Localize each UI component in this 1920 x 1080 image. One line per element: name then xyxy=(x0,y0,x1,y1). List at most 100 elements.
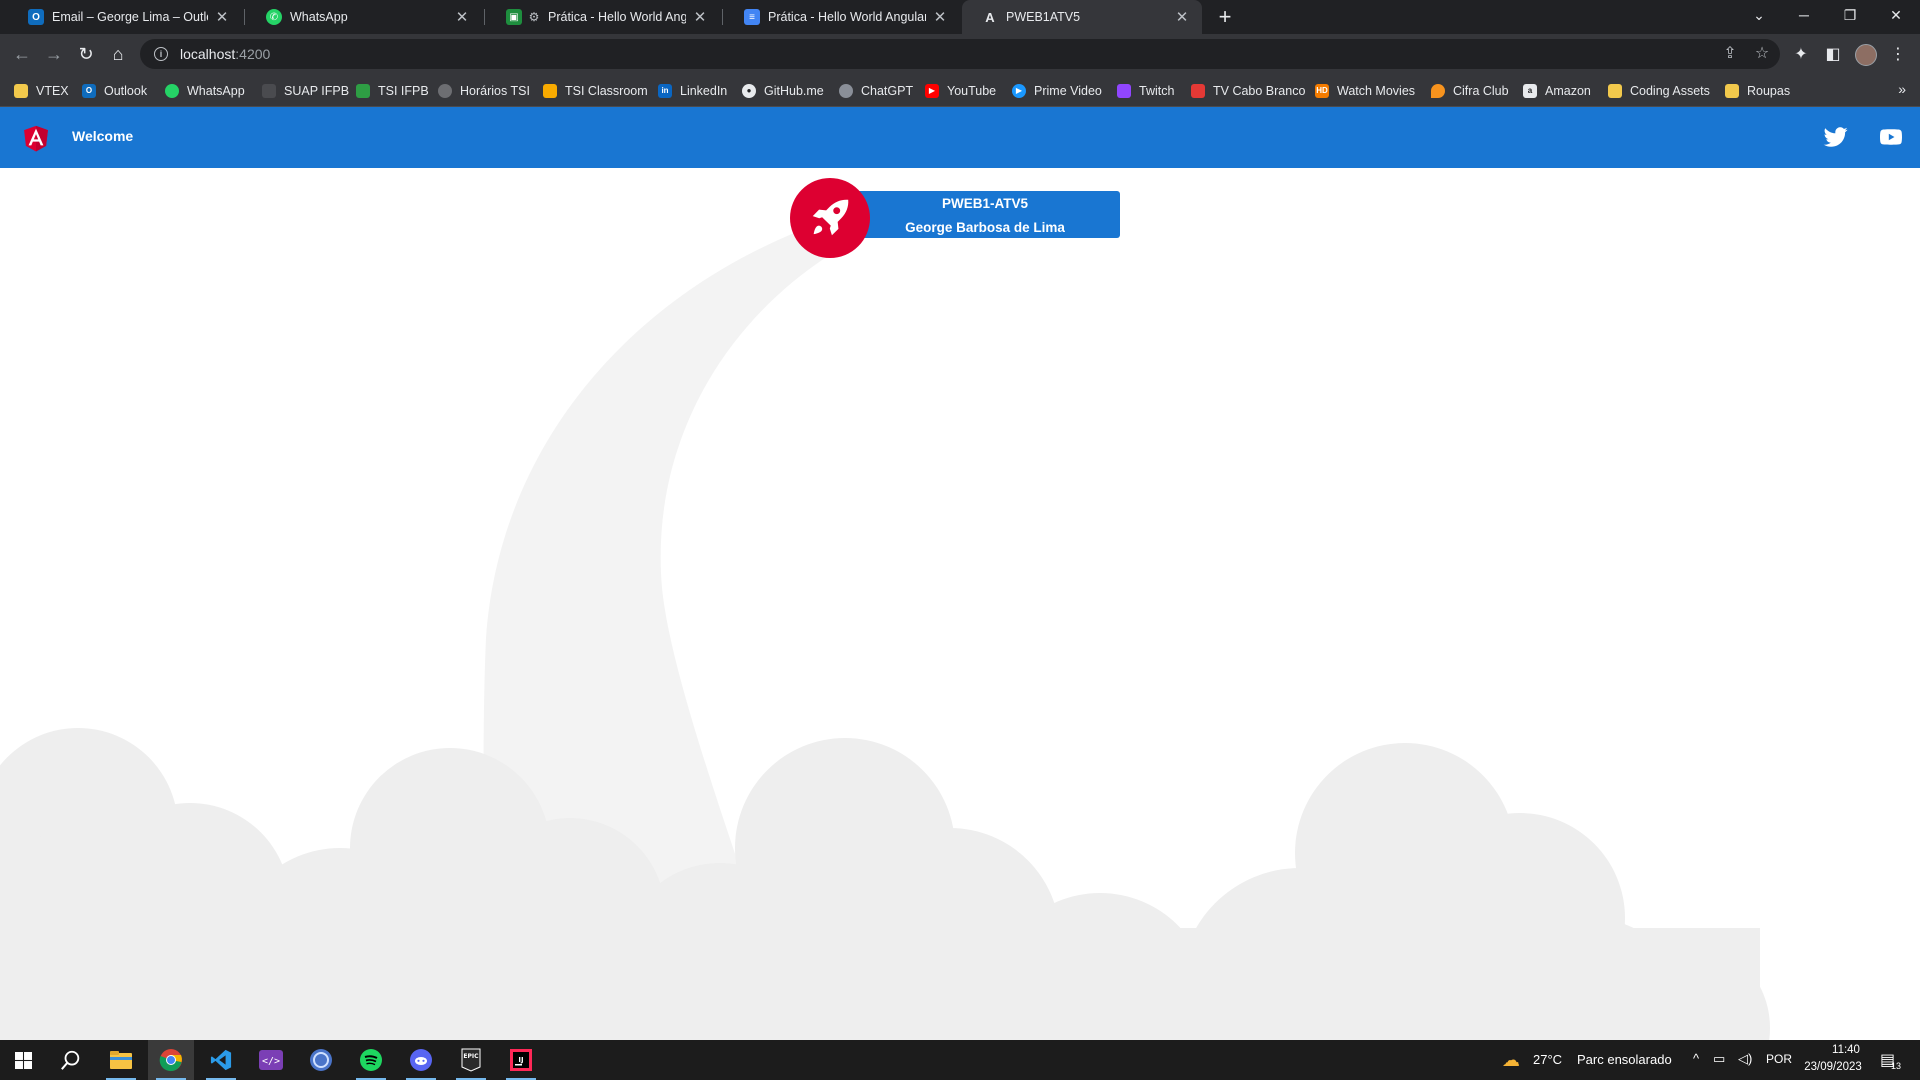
bookmark-suap-ifpb[interactable]: SUAP IFPB xyxy=(262,75,349,106)
folder-icon xyxy=(1725,83,1739,98)
bookmark-cifra-club[interactable]: Cifra Club xyxy=(1431,75,1509,106)
bookmark-coding-assets[interactable]: Coding Assets xyxy=(1608,75,1710,106)
youtube-icon: ▶ xyxy=(925,83,939,98)
app-icon xyxy=(310,1049,332,1071)
youtube-icon[interactable] xyxy=(1879,126,1903,148)
chrome-icon xyxy=(159,1049,182,1072)
weather-icon[interactable]: ☁ xyxy=(1502,1050,1520,1071)
bookmark-watch-movies[interactable]: HD Watch Movies xyxy=(1315,75,1415,106)
search-icon xyxy=(61,1050,80,1070)
bookmark-youtube[interactable]: ▶ YouTube xyxy=(925,75,996,106)
extensions-icon[interactable]: ✦ xyxy=(1789,42,1813,66)
ifpb-icon xyxy=(356,83,370,98)
menu-icon[interactable]: ⋮ xyxy=(1886,42,1910,66)
profile-avatar[interactable] xyxy=(1855,44,1877,66)
tab-whatsapp[interactable]: ✆ WhatsApp ✕ xyxy=(246,0,482,34)
linkedin-icon: in xyxy=(658,83,672,98)
angular-logo-icon xyxy=(24,125,48,152)
classroom-icon: ▣ xyxy=(506,9,522,25)
chatgpt-icon xyxy=(839,83,853,98)
weather-temp[interactable]: 27°C xyxy=(1533,1052,1562,1067)
twitch-icon xyxy=(1117,83,1131,98)
tab-pweb1atv5[interactable]: A PWEB1ATV5 ✕ xyxy=(962,0,1202,34)
angular-icon: A xyxy=(985,9,995,25)
forward-button[interactable]: → xyxy=(40,40,68,68)
toolbar-title: Welcome xyxy=(72,128,134,144)
windows-taskbar: </> EPIC IJ ☁ 27°C Parc ensolarado ^ ▭ ◁… xyxy=(0,1040,1920,1080)
intellij-icon: IJ xyxy=(510,1049,532,1071)
taskbar-devtools[interactable]: </> xyxy=(248,1040,294,1080)
minimize-button[interactable]: ─ xyxy=(1782,0,1826,30)
back-button[interactable]: ← xyxy=(8,40,36,68)
taskbar-epic-games[interactable]: EPIC xyxy=(448,1040,494,1080)
github-icon: ● xyxy=(742,83,756,98)
taskbar-vscode[interactable] xyxy=(198,1040,244,1080)
taskbar-discord[interactable] xyxy=(398,1040,444,1080)
rocket-icon xyxy=(812,199,849,236)
clock-time[interactable]: 11:40 xyxy=(1820,1044,1872,1056)
start-button[interactable] xyxy=(0,1040,46,1080)
rocket-trail-background xyxy=(0,223,1770,1040)
more-bookmarks-icon[interactable]: » xyxy=(1898,81,1906,97)
side-panel-icon[interactable]: ◧ xyxy=(1821,42,1845,66)
site-info-icon[interactable]: i xyxy=(154,47,168,61)
tab-search-button[interactable]: ⌄ xyxy=(1737,0,1781,30)
bookmark-amazon[interactable]: a Amazon xyxy=(1523,75,1591,106)
bookmarks-bar: VTEX O Outlook WhatsApp SUAP IFPB TSI IFP… xyxy=(0,75,1920,107)
bookmark-github[interactable]: ● GitHub.me xyxy=(742,75,824,106)
svg-text:</>: </> xyxy=(262,1056,280,1067)
taskbar-app[interactable] xyxy=(298,1040,344,1080)
bookmark-tsi-classroom[interactable]: TSI Classroom xyxy=(543,75,648,106)
search-button[interactable] xyxy=(48,1040,94,1080)
bookmark-chatgpt[interactable]: ChatGPT xyxy=(839,75,913,106)
close-icon[interactable]: ✕ xyxy=(932,8,948,26)
bookmark-roupas[interactable]: Roupas xyxy=(1725,75,1790,106)
bookmark-star-icon[interactable]: ☆ xyxy=(1750,41,1774,65)
bookmark-linkedin[interactable]: in LinkedIn xyxy=(658,75,727,106)
bookmark-vtex[interactable]: VTEX xyxy=(14,75,69,106)
weather-text[interactable]: Parc ensolarado xyxy=(1577,1052,1672,1067)
bookmark-horarios-tsi[interactable]: Horários TSI xyxy=(438,75,530,106)
globe-icon xyxy=(438,83,452,98)
amazon-icon: a xyxy=(1523,83,1537,98)
docs-icon: ≡ xyxy=(744,9,760,25)
taskbar-file-explorer[interactable] xyxy=(98,1040,144,1080)
bookmark-prime-video[interactable]: ▶ Prime Video xyxy=(1012,75,1102,106)
bookmark-whatsapp[interactable]: WhatsApp xyxy=(165,75,245,106)
language-indicator[interactable]: POR xyxy=(1766,1052,1792,1066)
twitter-icon[interactable] xyxy=(1823,125,1849,149)
restore-button[interactable]: ❐ xyxy=(1828,0,1872,30)
close-icon[interactable]: ✕ xyxy=(1174,8,1190,26)
bookmark-tv-cabo-branco[interactable]: TV Cabo Branco xyxy=(1191,75,1305,106)
clock-date[interactable]: 23/09/2023 xyxy=(1800,1061,1866,1073)
spotify-icon xyxy=(360,1049,382,1071)
bookmark-twitch[interactable]: Twitch xyxy=(1117,75,1174,106)
address-bar[interactable]: i localhost:4200 xyxy=(140,39,1780,69)
bookmark-outlook[interactable]: O Outlook xyxy=(82,75,147,106)
close-icon[interactable]: ✕ xyxy=(692,8,708,26)
vscode-icon xyxy=(210,1049,232,1071)
taskbar-intellij[interactable]: IJ xyxy=(498,1040,544,1080)
folder-icon xyxy=(14,83,28,98)
share-icon[interactable]: ⇪ xyxy=(1718,41,1742,65)
reload-button[interactable]: ↻ xyxy=(72,40,100,68)
card-title: PWEB1-ATV5 xyxy=(941,196,1028,211)
card-author: George Barbosa de Lima xyxy=(905,220,1065,235)
bookmark-tsi-ifpb[interactable]: TSI IFPB xyxy=(356,75,429,106)
devtools-icon: </> xyxy=(259,1050,283,1070)
home-button[interactable]: ⌂ xyxy=(104,40,132,68)
network-icon[interactable]: ▭ xyxy=(1713,1051,1725,1067)
close-icon[interactable]: ✕ xyxy=(214,8,230,26)
close-window-button[interactable]: ✕ xyxy=(1874,0,1918,30)
rocket-badge xyxy=(790,178,870,258)
tab-outlook[interactable]: O Email – George Lima – Outlook ✕ xyxy=(8,0,242,34)
chevron-up-icon[interactable]: ^ xyxy=(1693,1051,1699,1066)
taskbar-chrome[interactable] xyxy=(148,1040,194,1080)
volume-icon[interactable]: ◁) xyxy=(1738,1051,1752,1067)
new-tab-button[interactable]: + xyxy=(1213,0,1237,34)
tab-classroom[interactable]: ▣ ⚙ Prática - Hello World Angular ✕ xyxy=(486,0,720,34)
taskbar-spotify[interactable] xyxy=(348,1040,394,1080)
tab-docs[interactable]: ≡ Prática - Hello World Angular - D ✕ xyxy=(724,0,960,34)
browser-toolbar: ← → ↻ ⌂ i localhost:4200 ⇪ ☆ ✦ ◧ ⋮ xyxy=(0,34,1920,75)
close-icon[interactable]: ✕ xyxy=(454,8,470,26)
